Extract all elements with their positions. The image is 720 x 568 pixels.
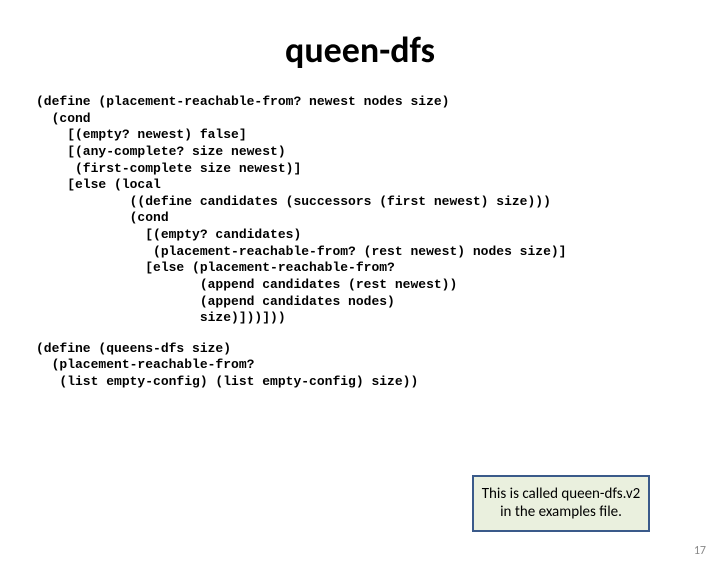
callout-box: This is called queen-dfs.v2 in the examp… bbox=[472, 475, 650, 533]
code-block-2: (define (queens-dfs size) (placement-rea… bbox=[36, 341, 720, 391]
slide-title: queen-dfs bbox=[0, 28, 720, 72]
code-block-1: (define (placement-reachable-from? newes… bbox=[36, 94, 720, 327]
page-number: 17 bbox=[694, 544, 706, 558]
